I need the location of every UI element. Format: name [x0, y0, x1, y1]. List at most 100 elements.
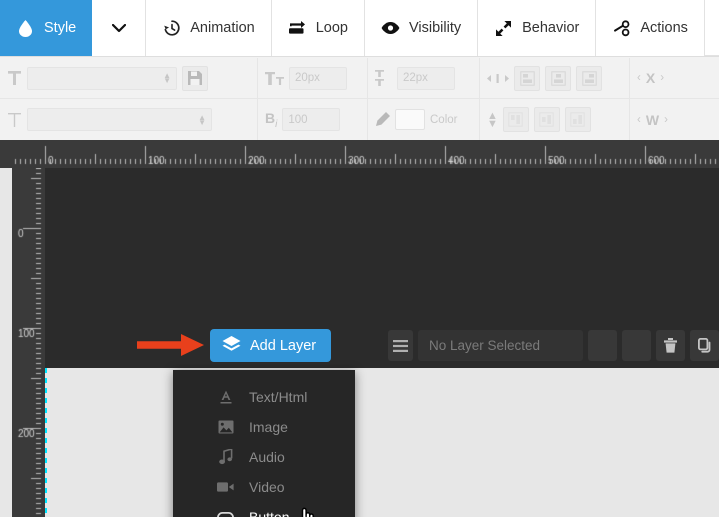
loop-repeat-icon — [288, 19, 307, 38]
add-layer-dropdown-menu: Text/Html Image Audio Video Button — [173, 370, 355, 517]
font-size-value: 20px — [295, 72, 320, 84]
spinner-arrows-icon: ▲ ▼ — [198, 112, 206, 127]
editor-left-padding — [0, 168, 12, 517]
vertical-ruler[interactable] — [12, 168, 45, 517]
opacity-input[interactable]: 100 — [282, 108, 341, 131]
align-bottom-button[interactable] — [564, 107, 591, 132]
history-clock-icon — [162, 19, 181, 38]
vertical-spacing-icon: ▲ ▼ — [487, 109, 498, 130]
hand-pointer-cursor — [296, 506, 318, 517]
hamburger-menu-icon[interactable] — [388, 330, 413, 361]
save-style-button[interactable] — [182, 65, 208, 91]
tab-loop-label: Loop — [315, 20, 348, 36]
add-layer-button[interactable]: Add Layer — [210, 329, 332, 362]
expand-arrows-icon — [494, 19, 513, 38]
selected-layer-text: No Layer Selected — [429, 338, 541, 353]
align-top-button[interactable] — [502, 107, 529, 132]
w-prev-arrow-icon[interactable]: ‹ — [637, 114, 641, 126]
chevron-down-icon — [109, 19, 128, 38]
x-position-group: ‹ X › — [630, 58, 718, 99]
vertical-align-group: ▲ ▼ — [480, 99, 630, 140]
x-next-arrow-icon[interactable]: › — [660, 72, 664, 84]
font-size-group: 20px — [258, 57, 368, 99]
color-group: Color — [368, 99, 480, 140]
menu-item-label: Text/Html — [249, 389, 308, 405]
selected-layer-field[interactable]: No Layer Selected — [418, 330, 583, 361]
tab-visibility[interactable]: Visibility — [365, 0, 479, 56]
main-tab-bar: Style Animation Loop Visibility Behavior… — [0, 0, 719, 56]
canvas-guide-line — [45, 368, 47, 517]
bold-italic-icon: Bi — [265, 109, 278, 130]
layers-icon — [222, 335, 241, 357]
text-style-icon — [7, 112, 22, 128]
app-root: Style Animation Loop Visibility Behavior… — [0, 0, 719, 517]
align-center-button[interactable] — [545, 65, 571, 91]
width-group: ‹ W › — [630, 99, 718, 140]
add-layer-label: Add Layer — [250, 337, 317, 354]
tab-behavior-label: Behavior — [522, 20, 580, 36]
line-height-group: 22px — [368, 57, 480, 99]
x-prev-arrow-icon[interactable]: ‹ — [637, 72, 641, 84]
horizontal-ruler[interactable] — [0, 140, 719, 168]
text-tool-icon — [7, 70, 22, 86]
tab-actions-label: Actions — [640, 20, 688, 36]
tab-style[interactable]: Style — [0, 0, 93, 56]
line-height-value: 22px — [403, 72, 428, 84]
tab-animation-label: Animation — [190, 20, 255, 36]
menu-item-label: Audio — [249, 449, 285, 465]
menu-item-image[interactable]: Image — [173, 412, 355, 442]
width-label: W — [645, 111, 660, 128]
x-position-label: X — [645, 70, 656, 86]
tab-visibility-label: Visibility — [409, 20, 462, 36]
line-height-icon — [375, 69, 392, 87]
menu-item-button[interactable]: Button — [173, 502, 355, 517]
menu-item-label: Video — [249, 479, 285, 495]
font-size-input[interactable]: 20px — [289, 66, 347, 90]
eye-icon — [381, 19, 400, 38]
align-middle-button[interactable] — [533, 107, 560, 132]
design-canvas[interactable] — [45, 368, 719, 517]
tab-actions[interactable]: Actions — [596, 0, 705, 56]
tab-style-dropdown[interactable] — [92, 0, 147, 56]
tab-behavior[interactable]: Behavior — [478, 0, 597, 56]
opacity-value: 100 — [288, 113, 308, 126]
menu-item-label: Image — [249, 419, 288, 435]
color-swatch[interactable] — [395, 109, 425, 130]
horizontal-spacing-icon — [487, 73, 509, 84]
w-next-arrow-icon[interactable]: › — [664, 114, 668, 126]
duplicate-layer-button[interactable] — [690, 330, 719, 361]
line-height-input[interactable]: 22px — [397, 66, 455, 90]
layer-action-button-2[interactable] — [622, 330, 651, 361]
menu-item-label: Button — [249, 509, 290, 517]
opacity-group: Bi 100 — [258, 99, 368, 140]
align-left-button[interactable] — [514, 65, 540, 91]
menu-item-text-html[interactable]: Text/Html — [173, 382, 355, 412]
workspace-header — [45, 168, 719, 224]
link-chain-icon — [612, 19, 631, 38]
layer-toolbar: No Layer Selected — [388, 329, 719, 362]
spinner-arrows-icon: ▲ ▼ — [163, 71, 171, 85]
delete-layer-button[interactable] — [656, 330, 685, 361]
tab-animation[interactable]: Animation — [146, 0, 272, 56]
tab-loop[interactable]: Loop — [272, 0, 365, 56]
color-label: Color — [430, 113, 458, 126]
font-size-large-icon — [265, 71, 284, 86]
align-right-button[interactable] — [576, 65, 602, 91]
tab-style-label: Style — [44, 20, 77, 36]
menu-item-audio[interactable]: Audio — [173, 442, 355, 472]
font-family-group: ▲ ▼ — [0, 57, 258, 99]
red-arrow-icon — [137, 334, 204, 356]
water-drop-icon — [16, 19, 35, 38]
font-style-group: ▲ ▼ — [0, 99, 258, 140]
text-underline-icon — [217, 389, 234, 406]
font-family-select[interactable]: ▲ ▼ — [27, 66, 177, 90]
font-style-select[interactable]: ▲ ▼ — [27, 108, 212, 131]
menu-item-video[interactable]: Video — [173, 472, 355, 502]
image-icon — [217, 419, 234, 436]
property-toolbar-row-2: ▲ ▼ Bi 100 Color ▲ ▼ ‹ W › — [0, 99, 719, 140]
pencil-color-icon — [375, 112, 390, 127]
layer-action-button-1[interactable] — [588, 330, 617, 361]
tab-bar-filler — [704, 0, 719, 56]
property-toolbar: ▲ ▼ 20px 22px ‹ X › ▲ ▼ Bi 100 Color ▲ ▼… — [0, 56, 719, 140]
music-note-icon — [217, 449, 234, 466]
